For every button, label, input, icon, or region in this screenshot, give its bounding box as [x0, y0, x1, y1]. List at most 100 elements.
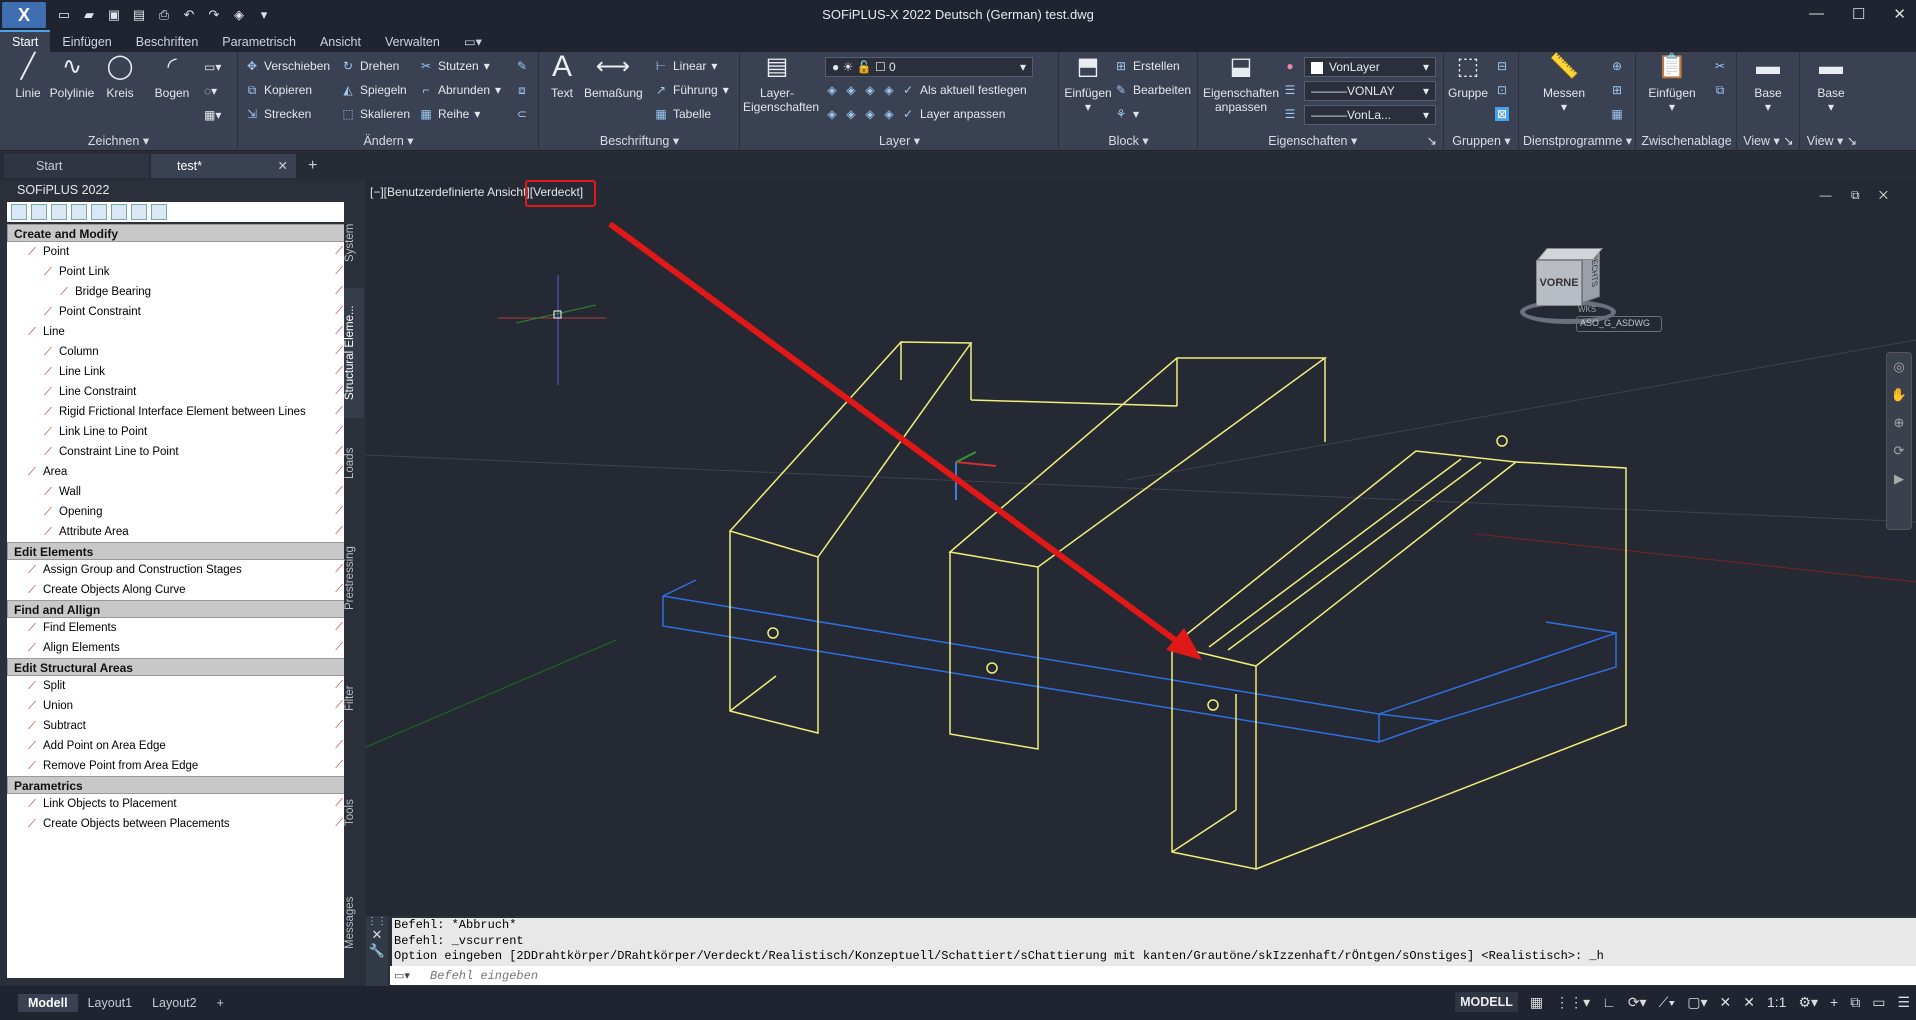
- export-icon[interactable]: [31, 204, 47, 220]
- palette-item[interactable]: ⟋ Assign Group and Construction Stages ⟋: [7, 560, 347, 580]
- palette-item-action-icon[interactable]: ⟋: [335, 245, 343, 258]
- base-button-1[interactable]: ▬ Base ▾: [1742, 52, 1794, 115]
- system-icon[interactable]: [51, 204, 67, 220]
- bogen-button[interactable]: ◜ Bogen: [150, 52, 194, 101]
- palette-item-action-icon[interactable]: ⟋: [335, 817, 343, 830]
- panel-label-view-1[interactable]: View ▾ ↘: [1738, 133, 1799, 148]
- close-icon[interactable]: ✕: [278, 158, 288, 173]
- new-file-icon[interactable]: ▭: [56, 7, 72, 23]
- block-attr-icon[interactable]: ⚘ ▾: [1114, 107, 1139, 121]
- palette-item[interactable]: ⟋ Wall ⟋: [7, 482, 347, 502]
- tab-ansicht[interactable]: Ansicht: [308, 32, 373, 52]
- palette-item-action-icon[interactable]: ⟋: [335, 365, 343, 378]
- showmotion-icon[interactable]: ▶: [1887, 465, 1911, 493]
- palette-item[interactable]: ⟋ Link Objects to Placement ⟋: [7, 794, 347, 814]
- drawing-viewport[interactable]: VORNE RECHTS WKS ASO_G_ASDWG ◎ ✋ ⊕ ⟳ ▶: [366, 180, 1916, 916]
- command-input[interactable]: [390, 966, 1916, 985]
- undo-icon[interactable]: ↶: [181, 7, 197, 23]
- viewcube-front[interactable]: VORNE: [1536, 260, 1582, 306]
- lineweight-icon[interactable]: ☰: [1283, 107, 1297, 121]
- palette-item[interactable]: ⟋ Split ⟋: [7, 676, 347, 696]
- palette-item[interactable]: ⟋ Constraint Line to Point ⟋: [7, 442, 347, 462]
- new-tab-icon[interactable]: +: [308, 157, 317, 175]
- palette-item[interactable]: ⟋ Bridge Bearing ⟋: [7, 282, 347, 302]
- messen-button[interactable]: 📏 Messen ▾: [1534, 52, 1594, 115]
- palette-section-header[interactable]: Edit Elements: [7, 542, 347, 560]
- pan-icon[interactable]: ✋: [1887, 381, 1911, 409]
- quick-select-icon[interactable]: ⊕: [1610, 59, 1624, 73]
- add-layout-icon[interactable]: +: [207, 994, 234, 1012]
- layout-tab-layout2[interactable]: Layout2: [142, 994, 206, 1012]
- palette-item-action-icon[interactable]: ⟋: [335, 265, 343, 278]
- save-as-icon[interactable]: ▤: [131, 7, 147, 23]
- layout-tab-layout1[interactable]: Layout1: [78, 994, 142, 1012]
- annotation-icon[interactable]: ✕: [1743, 994, 1755, 1011]
- object-snap-icon[interactable]: ▢▾: [1687, 994, 1707, 1011]
- palette-item-action-icon[interactable]: ⟋: [335, 445, 343, 458]
- layer-icon[interactable]: [151, 204, 167, 220]
- print-icon[interactable]: ⎙: [156, 7, 172, 23]
- palette-item-action-icon[interactable]: ⟋: [335, 739, 343, 752]
- scale-dropdown[interactable]: 1:1: [1767, 994, 1786, 1010]
- palette-item-action-icon[interactable]: ⟋: [335, 285, 343, 298]
- close-icon[interactable]: ✕: [1893, 5, 1906, 23]
- viewport-window-controls[interactable]: — ⧉ ✕: [1820, 188, 1896, 203]
- tab-start[interactable]: Start: [0, 30, 51, 52]
- clipboard-einfuegen-button[interactable]: 📋 Einfügen ▾: [1637, 52, 1707, 115]
- color-dropdown[interactable]: VonLayer ▾: [1304, 57, 1436, 77]
- bemassung-button[interactable]: ⟷ Bemaßung: [584, 52, 643, 101]
- block-einfuegen-button[interactable]: ⬒ Einfügen ▾: [1062, 52, 1114, 115]
- palette-item-action-icon[interactable]: ⟋: [335, 563, 343, 576]
- palette-item-action-icon[interactable]: ⟋: [335, 425, 343, 438]
- settings-icon[interactable]: [131, 204, 147, 220]
- ortho-icon[interactable]: ∟: [1602, 994, 1616, 1010]
- grid-icon[interactable]: [111, 204, 127, 220]
- erase-icon[interactable]: ✎: [515, 59, 529, 73]
- fuehrung-button[interactable]: ↗ Führung ▾: [654, 83, 729, 97]
- palette-item-action-icon[interactable]: ⟋: [335, 405, 343, 418]
- layout-tab-modell[interactable]: Modell: [18, 994, 78, 1012]
- text-button[interactable]: A Text: [544, 52, 580, 101]
- palette-item-action-icon[interactable]: ⟋: [335, 719, 343, 732]
- maximize-icon[interactable]: ☐: [1852, 5, 1865, 23]
- side-tab-prestressing[interactable]: Prestressing: [344, 518, 364, 638]
- view-controls-label[interactable]: [−][Benutzerdefinierte Ansicht]: [370, 185, 530, 199]
- palette-item[interactable]: ⟋ Line Link ⟋: [7, 362, 347, 382]
- copy-clip-icon[interactable]: ⧉: [1713, 83, 1727, 97]
- palette-item[interactable]: ⟋ Union ⟋: [7, 696, 347, 716]
- palette-item-action-icon[interactable]: ⟋: [335, 641, 343, 654]
- zoom-icon[interactable]: ⊕: [1887, 409, 1911, 437]
- settings-icon[interactable]: ⚙▾: [1798, 994, 1818, 1011]
- palette-section-header[interactable]: Find and Allign: [7, 600, 347, 618]
- eigenschaften-anpassen-button[interactable]: ⬓ Eigenschaften anpassen: [1201, 52, 1281, 115]
- palette-item[interactable]: ⟋ Create Objects Along Curve ⟋: [7, 580, 347, 600]
- tab-einfuegen[interactable]: Einfügen: [50, 32, 123, 52]
- grip-icon[interactable]: ⋮⋮: [366, 916, 388, 927]
- palette-section-header[interactable]: Parametrics: [7, 776, 347, 794]
- doc-tab-start[interactable]: Start: [4, 154, 149, 178]
- tab-verwalten[interactable]: Verwalten: [373, 32, 452, 52]
- palette-item-action-icon[interactable]: ⟋: [335, 505, 343, 518]
- abrunden-button[interactable]: ⌐ Abrunden ▾: [419, 83, 501, 97]
- palette-item[interactable]: ⟋ Subtract ⟋: [7, 716, 347, 736]
- linear-button[interactable]: ⊢ Linear ▾: [654, 59, 718, 73]
- palette-item[interactable]: ⟋ Area ⟋: [7, 462, 347, 482]
- palette-item-action-icon[interactable]: ⟋: [335, 485, 343, 498]
- spiegeln-button[interactable]: ◭ Spiegeln: [341, 83, 406, 97]
- palette-item[interactable]: ⟋ Line ⟋: [7, 322, 347, 342]
- palette-item-action-icon[interactable]: ⟋: [335, 465, 343, 478]
- explode-icon[interactable]: ⧈: [515, 83, 529, 97]
- layer-dropdown[interactable]: ● ☀ 🔓 ☐ 0 ▾: [825, 57, 1033, 77]
- group-edit-icon[interactable]: ⊡: [1495, 83, 1509, 97]
- layer-anpassen-button[interactable]: ◈ ◈ ◈ ◈ ✓ Layer anpassen: [825, 107, 1005, 121]
- linetype-dropdown[interactable]: ———VONLAY ▾: [1304, 81, 1436, 101]
- fullscreen-icon[interactable]: ▭: [1872, 994, 1885, 1011]
- palette-item[interactable]: ⟋ Point ⟋: [7, 242, 347, 262]
- skalieren-button[interactable]: ⬚ Skalieren: [341, 107, 410, 121]
- palette-item[interactable]: ⟋ Opening ⟋: [7, 502, 347, 522]
- strecken-button[interactable]: ⇲ Strecken: [245, 107, 311, 121]
- model-space-button[interactable]: MODELL: [1455, 992, 1518, 1012]
- palette-item-action-icon[interactable]: ⟋: [335, 305, 343, 318]
- minimize-icon[interactable]: —: [1809, 5, 1824, 23]
- kopieren-button[interactable]: ⧉ Kopieren: [245, 83, 312, 97]
